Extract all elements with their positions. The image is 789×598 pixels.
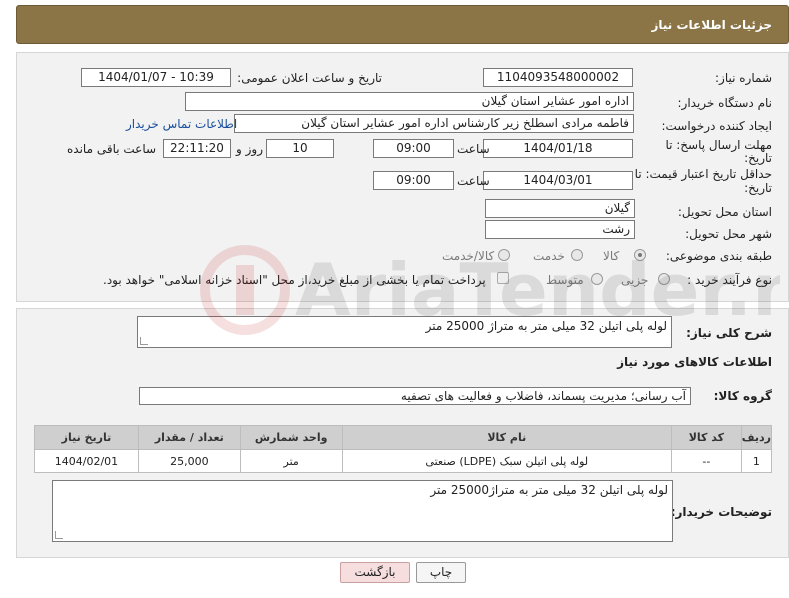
days-label: روز و xyxy=(236,142,263,156)
table-row: 1 -- لوله پلی اتیلن سبک (LDPE) صنعتی متر… xyxy=(34,449,773,473)
cell-row: 1 xyxy=(740,449,773,473)
cell-qty: 25,000 xyxy=(137,449,241,473)
deadline-date-field: 1404/01/18 xyxy=(483,139,633,158)
process-radio-minor[interactable] xyxy=(658,273,670,285)
buyer-contact-link[interactable]: اطلاعات تماس خریدار xyxy=(126,117,237,131)
page-title: جزئیات اطلاعات نیاز xyxy=(651,18,772,32)
need-number-field: 1104093548000002 xyxy=(483,68,633,87)
cell-code: -- xyxy=(670,449,742,473)
buyer-notes-field: لوله پلی اتیلن 32 میلی متر به متراژ25000… xyxy=(52,480,673,542)
announce-field: 1404/01/07 - 10:39 xyxy=(81,68,231,87)
process-radio-medium[interactable] xyxy=(591,273,603,285)
deadline-time-label: ساعت xyxy=(457,142,490,156)
cell-unit: متر xyxy=(239,449,343,473)
creator-field: فاطمه مرادی اسطلخ زیر کارشناس اداره امور… xyxy=(234,114,634,133)
days-remaining-field: 10 xyxy=(266,139,334,158)
deadline-label: مهلت ارسال پاسخ: تا xyxy=(665,138,772,152)
buyer-org-field: اداره امور عشایر استان گیلان xyxy=(185,92,634,111)
col-qty: تعداد / مقدار xyxy=(137,425,241,450)
province-label: استان محل تحویل: xyxy=(677,205,772,219)
creator-label: ایجاد کننده درخواست: xyxy=(661,119,772,133)
buyer-notes-label: توضیحات خریدار: xyxy=(670,505,772,519)
back-button[interactable]: بازگشت xyxy=(340,562,410,583)
process-option-minor: جزیی xyxy=(621,273,649,287)
city-label: شهر محل تحویل: xyxy=(685,227,772,241)
validity-label-date: تاریخ: xyxy=(744,181,772,195)
description-text: لوله پلی اتیلن 32 میلی متر به متراژ 2500… xyxy=(425,319,667,333)
goods-table-header: ردیف کد کالا نام کالا واحد شمارش تعداد /… xyxy=(34,425,773,450)
treasury-payment-checkbox[interactable] xyxy=(497,272,509,284)
validity-date-field: 1404/03/01 xyxy=(483,171,633,190)
col-date: تاریخ نیاز xyxy=(34,425,139,450)
description-field: لوله پلی اتیلن 32 میلی متر به متراژ 2500… xyxy=(137,316,672,348)
validity-time-field: 09:00 xyxy=(373,171,454,190)
city-field: رشت xyxy=(485,220,635,239)
category-option-both: کالا/خدمت xyxy=(442,249,495,263)
province-field: گیلان xyxy=(485,199,635,218)
category-radio-goods[interactable] xyxy=(634,249,646,261)
category-radio-both[interactable] xyxy=(498,249,510,261)
time-remaining-field: 22:11:20 xyxy=(163,139,231,158)
col-code: کد کالا xyxy=(670,425,742,450)
goods-group-field: آب رسانی؛ مدیریت پسماند، فاضلاب و فعالیت… xyxy=(139,387,691,405)
announce-label: تاریخ و ساعت اعلان عمومی: xyxy=(237,71,382,85)
print-button[interactable]: چاپ xyxy=(416,562,466,583)
cell-date: 1404/02/01 xyxy=(34,449,139,473)
treasury-payment-note: پرداخت تمام یا بخشی از مبلغ خرید،از محل … xyxy=(103,273,486,287)
process-option-medium: متوسط xyxy=(546,273,584,287)
category-option-goods: کالا xyxy=(603,249,620,263)
deadline-time-field: 09:00 xyxy=(373,139,454,158)
category-label: طبقه بندی موضوعی: xyxy=(665,249,772,263)
need-number-label: شماره نیاز: xyxy=(715,71,772,85)
goods-table: ردیف کد کالا نام کالا واحد شمارش تعداد /… xyxy=(34,425,773,473)
cell-name: لوله پلی اتیلن سبک (LDPE) صنعتی xyxy=(341,449,672,473)
buyer-notes-text: لوله پلی اتیلن 32 میلی متر به متراژ25000… xyxy=(430,483,668,497)
category-radio-service[interactable] xyxy=(571,249,583,261)
deadline-label-date: تاریخ: xyxy=(744,151,772,165)
col-row: ردیف xyxy=(740,425,773,450)
remaining-label: ساعت باقی مانده xyxy=(67,142,157,156)
goods-section-title: اطلاعات کالاهای مورد نیاز xyxy=(617,355,772,369)
validity-label: حداقل تاریخ اعتبار قیمت: تا xyxy=(634,167,772,181)
goods-group-label: گروه کالا: xyxy=(713,389,772,403)
process-label: نوع فرآیند خرید : xyxy=(687,273,772,287)
resize-grip-icon[interactable] xyxy=(140,337,148,345)
buyer-org-label: نام دستگاه خریدار: xyxy=(677,96,773,110)
page-header: جزئیات اطلاعات نیاز xyxy=(16,5,789,44)
col-unit: واحد شمارش xyxy=(239,425,343,450)
resize-grip-icon[interactable] xyxy=(55,531,63,539)
col-name: نام کالا xyxy=(341,425,672,450)
description-label: شرح کلی نیاز: xyxy=(686,326,772,340)
category-option-service: خدمت xyxy=(533,249,565,263)
validity-time-label: ساعت xyxy=(457,174,490,188)
